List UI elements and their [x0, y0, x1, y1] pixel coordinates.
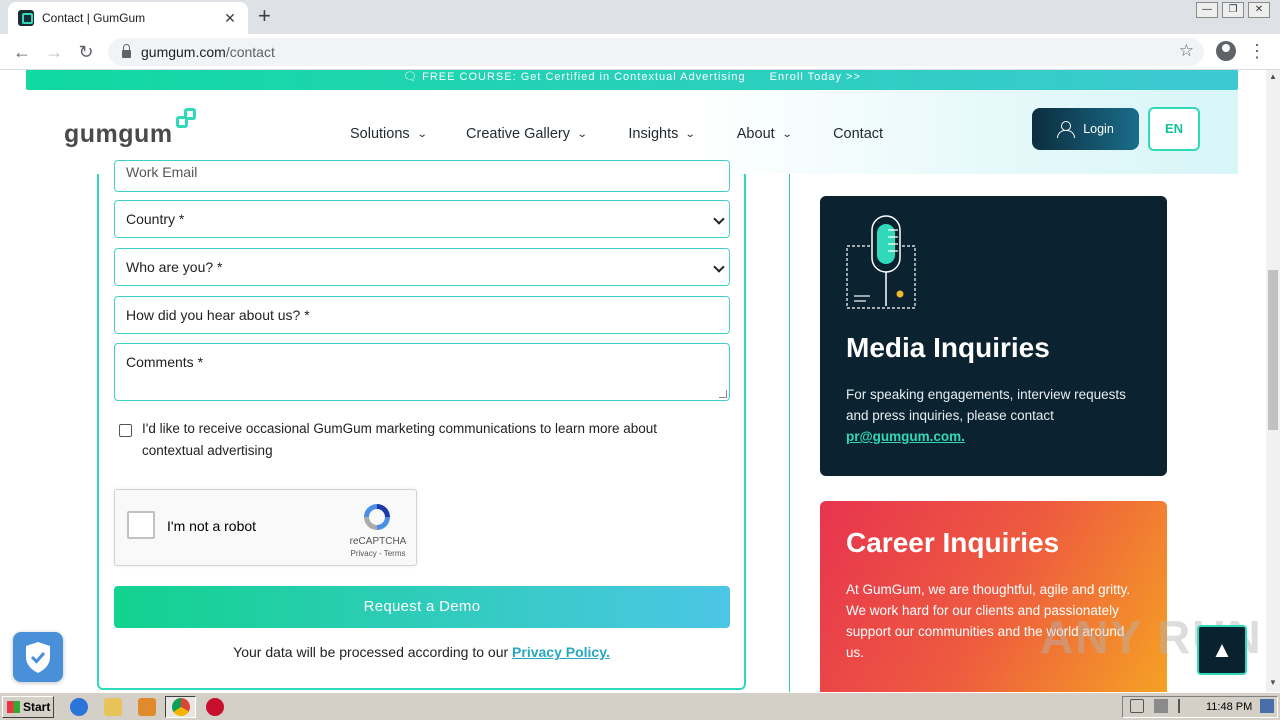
speaker-icon[interactable]: [1130, 699, 1144, 713]
reload-icon[interactable]: ↻: [74, 40, 98, 64]
promo-enroll-link[interactable]: Enroll Today >>: [770, 71, 861, 83]
gumgum-logo[interactable]: gumgum: [64, 108, 204, 152]
back-arrow-icon[interactable]: ←: [10, 40, 34, 64]
career-inquiries-title: Career Inquiries: [846, 527, 1060, 558]
resize-handle-icon[interactable]: [719, 390, 727, 398]
marketing-consent: I'd like to receive occasional GumGum ma…: [119, 421, 709, 462]
who-are-you-select[interactable]: Who are you? *: [114, 248, 730, 286]
user-icon: [1057, 121, 1076, 138]
scroll-up-icon[interactable]: ▲: [1266, 72, 1280, 81]
address-bar[interactable]: gumgum.com/contact ☆: [108, 38, 1204, 66]
bookmark-star-icon[interactable]: ☆: [1179, 41, 1194, 61]
request-demo-button[interactable]: Request a Demo: [114, 586, 730, 628]
tab-title: Contact | GumGum: [42, 11, 146, 25]
marketing-consent-checkbox[interactable]: [119, 424, 132, 437]
taskbar-clock: 11:48 PM: [1206, 701, 1253, 713]
recaptcha-logo-icon: [364, 504, 390, 530]
new-tab-icon[interactable]: +: [258, 5, 271, 27]
forward-arrow-icon[interactable]: →: [42, 40, 66, 64]
back-to-top-button[interactable]: ▲: [1197, 625, 1247, 675]
chrome-icon: [172, 698, 190, 716]
country-select[interactable]: Country *: [114, 200, 730, 238]
system-tray: [1122, 696, 1278, 718]
browser-toolbar: ← → ↻ gumgum.com/contact ☆ ⋮: [0, 34, 1280, 70]
work-email-field[interactable]: Work Email: [114, 160, 730, 192]
window-controls: — ❐ ✕: [1196, 2, 1270, 18]
media-inquiries-title: Media Inquiries: [846, 332, 1050, 363]
logo-mark-icon: [176, 108, 198, 130]
recaptcha-brand: reCAPTCHA: [349, 536, 407, 547]
recaptcha-terms-link[interactable]: Privacy - Terms: [343, 549, 413, 558]
nav-item-contact[interactable]: Contact: [833, 126, 883, 142]
show-desktop-icon[interactable]: [1260, 699, 1274, 713]
chevron-down-icon: ⌄: [685, 128, 697, 140]
page-viewport: 🗨 FREE COURSE: Get Certified in Contextu…: [0, 70, 1266, 692]
file-explorer-icon[interactable]: [104, 698, 122, 716]
microphone-icon: [846, 215, 916, 309]
chevron-down-icon: ⌄: [416, 128, 428, 140]
media-inquiries-card: Media Inquiries For speaking engagements…: [820, 196, 1167, 476]
nav-item-insights[interactable]: Insights ⌄: [628, 126, 697, 142]
browser-menu-icon[interactable]: ⋮: [1248, 40, 1266, 62]
privacy-policy-link[interactable]: Privacy Policy.: [512, 644, 610, 660]
browser-tab-strip: Contact | GumGum ✕ + — ❐ ✕: [0, 0, 1280, 34]
start-button[interactable]: Start: [2, 696, 54, 718]
press-email-link[interactable]: pr@gumgum.com.: [846, 429, 965, 444]
chevron-down-icon: ⌄: [576, 128, 588, 140]
hear-about-us-field[interactable]: How did you hear about us? *: [114, 296, 730, 334]
scrollbar-thumb[interactable]: [1268, 270, 1278, 430]
nav-item-solutions[interactable]: Solutions ⌄: [350, 126, 428, 142]
browser-tab[interactable]: Contact | GumGum ✕: [8, 2, 248, 34]
windows-taskbar: Start 11:48 PM: [0, 692, 1280, 720]
shield-check-icon: [26, 642, 50, 673]
recaptcha-label: I'm not a robot: [167, 518, 257, 534]
nav-item-about[interactable]: About ⌄: [737, 126, 793, 142]
media-inquiries-text: For speaking engagements, interview requ…: [846, 387, 1126, 444]
promo-banner: 🗨 FREE COURSE: Get Certified in Contextu…: [26, 70, 1238, 90]
page-scrollbar[interactable]: ▲ ▼: [1266, 70, 1280, 692]
privacy-shield-button[interactable]: [13, 632, 63, 682]
lock-icon: [122, 44, 131, 58]
network-icon[interactable]: [1154, 699, 1168, 713]
scroll-down-icon[interactable]: ▼: [1266, 678, 1280, 687]
comments-textarea[interactable]: Comments *: [114, 343, 730, 401]
internet-explorer-icon[interactable]: [70, 698, 88, 716]
recaptcha-widget: I'm not a robot reCAPTCHA Privacy - Term…: [114, 489, 417, 566]
recaptcha-checkbox[interactable]: [127, 511, 155, 539]
login-button[interactable]: Login: [1032, 108, 1139, 150]
profile-avatar-icon[interactable]: [1216, 41, 1236, 61]
media-player-icon[interactable]: [138, 698, 156, 716]
logo-text: gumgum: [64, 120, 173, 148]
flag-icon[interactable]: [1178, 699, 1192, 713]
contact-form: Work Email Country * Who are you? * How …: [97, 160, 746, 690]
restore-button[interactable]: ❐: [1222, 2, 1244, 18]
windows-flag-icon: [7, 701, 20, 713]
privacy-note: Your data will be processed according to…: [233, 644, 610, 660]
promo-text: 🗨 FREE COURSE: Get Certified in Contextu…: [403, 71, 746, 83]
main-nav: Solutions ⌄ Creative Gallery ⌄ Insights ⌄ A…: [350, 126, 925, 142]
minimize-button[interactable]: —: [1196, 2, 1218, 18]
security-alert-icon[interactable]: [206, 698, 224, 716]
chevron-down-icon: ⌄: [781, 128, 793, 140]
language-button[interactable]: EN: [1148, 107, 1200, 151]
gumgum-favicon-icon: [18, 10, 34, 26]
column-divider: [789, 174, 790, 692]
marketing-consent-label: I'd like to receive occasional GumGum ma…: [142, 421, 658, 458]
close-tab-icon[interactable]: ✕: [222, 10, 238, 27]
url-text: gumgum.com/contact: [141, 44, 275, 60]
nav-item-creative-gallery[interactable]: Creative Gallery ⌄: [466, 126, 588, 142]
close-window-button[interactable]: ✕: [1248, 2, 1270, 18]
